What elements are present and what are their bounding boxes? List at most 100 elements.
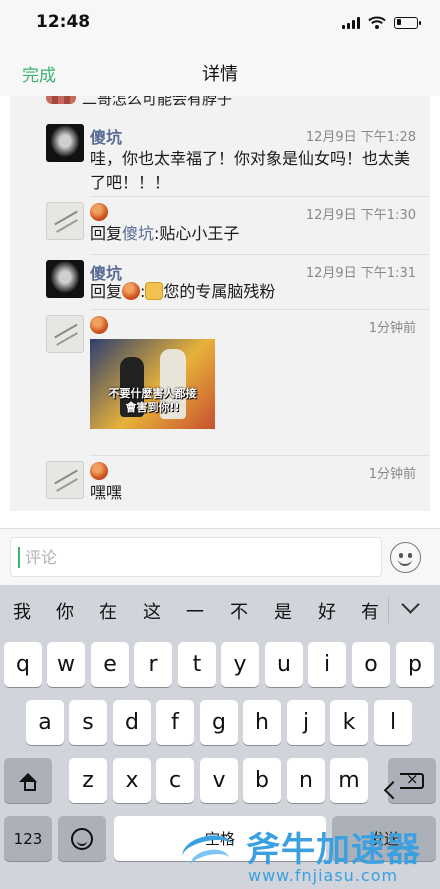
key-k[interactable]: k [330,700,368,745]
comment-text: 回复傻坑:贴心小王子 [90,222,416,246]
send-key[interactable]: 发送 [332,816,436,861]
avatar[interactable] [46,260,84,298]
key-l[interactable]: l [374,700,412,745]
key-g[interactable]: g [200,700,238,745]
candidate-bar: 我 你 在 这 一 不 是 好 有 [0,585,440,635]
key-m[interactable]: m [330,758,368,803]
comment-time: 1分钟前 [368,467,416,482]
partial-comment-text: 二哥怎么可能会有脖子 [82,96,233,108]
image-caption: 不要什麼害人都接 會害到你!! [108,387,197,414]
avatar[interactable] [46,202,84,240]
key-v[interactable]: v [200,758,238,803]
key-q[interactable]: q [4,642,42,687]
delete-key[interactable] [388,758,436,803]
key-w[interactable]: w [47,642,85,687]
comment-time: 12月9日 下午1:28 [305,130,416,145]
comment-time: 1分钟前 [368,321,416,336]
key-u[interactable]: u [265,642,303,687]
key-i[interactable]: i [308,642,346,687]
candidate-word[interactable]: 不 [227,598,251,624]
orange-ball-emoji-icon[interactable] [90,203,108,221]
reply-text: 贴心小王子 [159,224,240,243]
comment-input-field[interactable] [10,537,382,577]
battery-icon [394,16,421,29]
divider [90,309,430,310]
status-time: 12:48 [36,12,91,32]
orange-ball-emoji-icon[interactable] [122,282,141,300]
comment-image[interactable]: 不要什麼害人都接 會害到你!! [90,339,215,429]
key-n[interactable]: n [287,758,325,803]
reply-mention[interactable]: 傻坑 [122,224,154,243]
key-f[interactable]: f [156,700,194,745]
orange-ball-emoji-icon[interactable] [90,462,108,480]
comment-panel: 二哥怎么可能会有脖子 傻坑 12月9日 下午1:28 哇，你也太幸福了！你对象是… [10,96,430,511]
key-y[interactable]: y [221,642,259,687]
candidate-word[interactable]: 一 [183,598,207,624]
key-d[interactable]: d [113,700,151,745]
status-bar: 12:48 [0,0,440,46]
candidate-word[interactable]: 你 [53,598,77,624]
text-caret [18,547,20,568]
shift-key[interactable] [4,758,52,803]
thumbs-up-emoji-icon [145,282,164,300]
numbers-key[interactable]: 123 [4,816,52,861]
smiley-icon [71,827,93,850]
candidate-word[interactable]: 我 [10,598,34,624]
avatar[interactable] [46,315,84,353]
key-z[interactable]: z [69,758,107,803]
avatar[interactable] [46,124,84,162]
reply-prefix: 回复 [90,224,123,243]
divider [90,254,430,255]
key-t[interactable]: t [178,642,216,687]
key-x[interactable]: x [113,758,151,803]
delete-icon [400,770,424,789]
chevron-down-icon[interactable] [398,595,424,621]
status-icons [342,16,421,29]
emoji-icon[interactable] [390,542,421,573]
key-b[interactable]: b [243,758,281,803]
comment-item[interactable]: 傻坑 12月9日 下午1:28 哇，你也太幸福了！你对象是仙女吗！也太美了吧！！… [10,118,430,196]
key-s[interactable]: s [69,700,107,745]
orange-ball-emoji-icon[interactable] [90,316,108,334]
comment-list[interactable]: 二哥怎么可能会有脖子 傻坑 12月9日 下午1:28 哇，你也太幸福了！你对象是… [0,96,440,528]
comment-text: 回复: 您的专属脑残粉 [90,280,416,304]
avatar[interactable] [46,461,84,499]
key-e[interactable]: e [91,642,129,687]
key-j[interactable]: j [287,700,325,745]
reply-text: 您的专属脑残粉 [163,282,276,301]
comment-item[interactable]: 1分钟前 不要什麼害人都接 會害到你!! [10,309,430,455]
signal-icon [342,16,360,29]
comment-input[interactable] [25,544,375,570]
comment-time: 12月9日 下午1:31 [305,266,416,281]
beads-avatar-icon [46,96,76,104]
candidate-word[interactable]: 好 [315,598,339,624]
emoji-keyboard-key[interactable] [58,816,106,861]
key-h[interactable]: h [243,700,281,745]
candidate-word[interactable]: 有 [358,598,382,624]
key-a[interactable]: a [26,700,64,745]
key-c[interactable]: c [156,758,194,803]
comment-input-bar [0,528,440,585]
divider [90,455,430,456]
comment-time: 12月9日 下午1:30 [305,208,416,223]
comment-text: 哇，你也太幸福了！你对象是仙女吗！也太美了吧！！！ [90,149,411,192]
key-o[interactable]: o [352,642,390,687]
comment-item[interactable]: 1分钟前 嘿嘿 [10,455,430,511]
reply-prefix: 回复 [90,282,123,301]
candidate-word[interactable]: 在 [96,598,120,624]
key-p[interactable]: p [396,642,434,687]
shift-icon [19,773,37,791]
nav-bar: 完成 详情 [0,46,440,96]
comment-item[interactable]: 傻坑 12月9日 下午1:31 回复: 您的专属脑残粉 [10,254,430,309]
candidate-word[interactable]: 这 [140,598,164,624]
wifi-icon [368,16,386,29]
divider [90,196,430,197]
divider [388,597,389,623]
page-title: 详情 [202,64,238,85]
key-r[interactable]: r [134,642,172,687]
space-key[interactable]: 空格 [114,816,326,861]
candidate-word[interactable]: 是 [271,598,295,624]
comment-author[interactable]: 傻坑 [90,124,122,148]
partial-comment: 二哥怎么可能会有脖子 [46,96,232,108]
comment-item[interactable]: 12月9日 下午1:30 回复傻坑:贴心小王子 [10,196,430,254]
